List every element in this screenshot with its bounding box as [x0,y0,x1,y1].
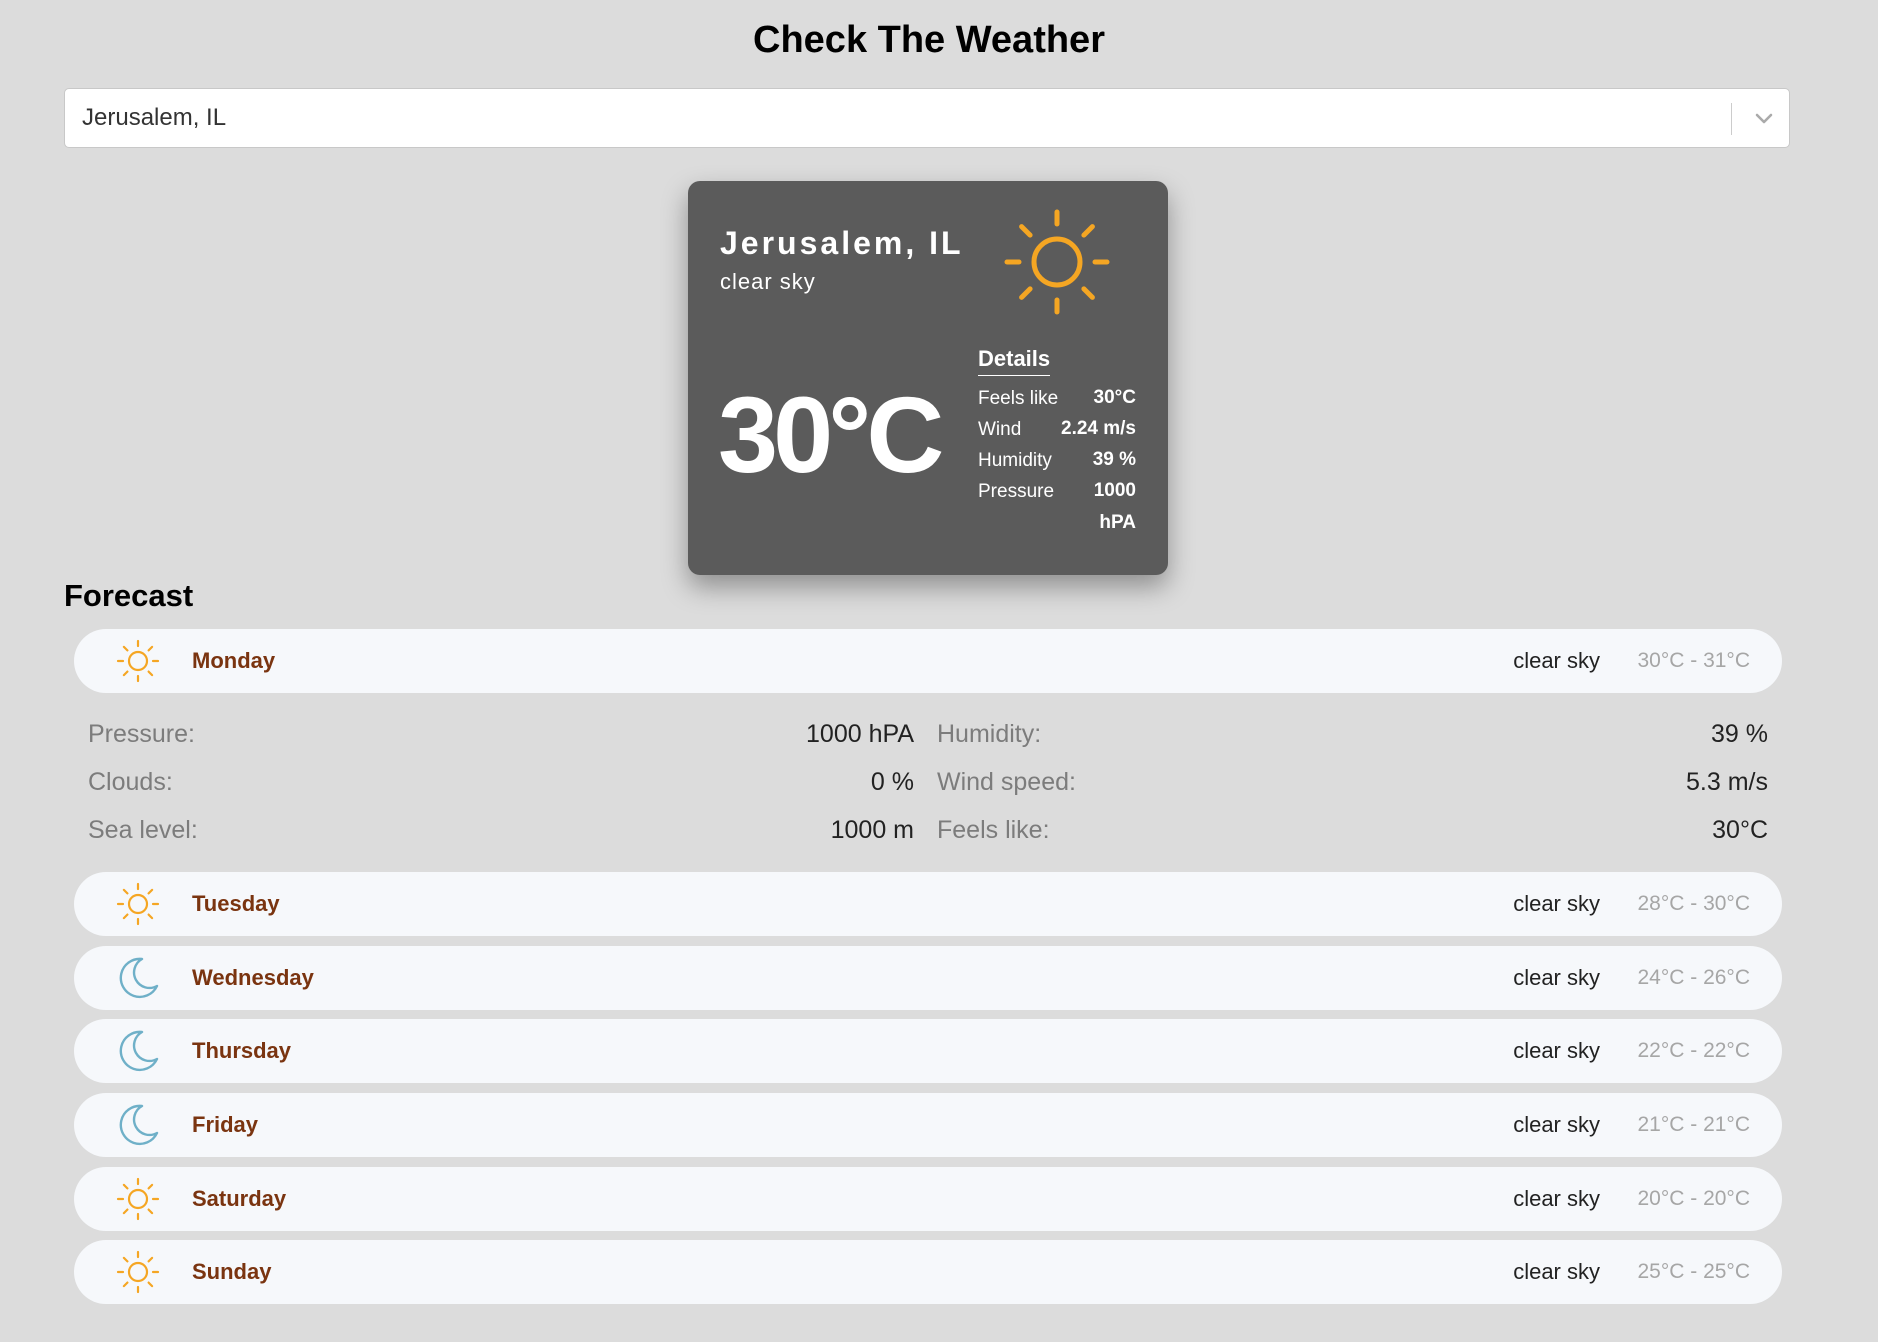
moon-icon [119,1104,159,1146]
detail-wind-speed-value: 5.3 m/s [1686,768,1768,796]
forecast-item-friday[interactable]: Friday clear sky 21°C - 21°C [74,1093,1782,1157]
detail-value: 2.24 m/s [1061,418,1136,439]
day-temp-range: 25°C - 25°C [1637,1260,1750,1283]
detail-clouds-label: Clouds: [88,768,173,796]
day-description: clear sky [1513,1186,1600,1211]
day-name: Sunday [192,1259,272,1284]
moon-icon [119,957,159,999]
moon-icon [119,1030,159,1072]
forecast-item-tuesday[interactable]: Tuesday clear sky 28°C - 30°C [74,872,1782,936]
current-temperature: 30°C [718,374,944,495]
forecast-item-wednesday[interactable]: Wednesday clear sky 24°C - 26°C [74,946,1782,1010]
sun-icon [116,639,160,683]
day-temp-range: 22°C - 22°C [1637,1039,1750,1062]
detail-pressure-value: 1000 hPA [806,720,914,748]
detail-label: Feels like [978,388,1059,409]
detail-value: 39 % [1092,449,1136,470]
day-description: clear sky [1513,891,1600,916]
card-description: clear sky [720,269,816,294]
forecast-item-sunday[interactable]: Sunday clear sky 25°C - 25°C [74,1240,1782,1304]
detail-label: Humidity [978,450,1052,471]
day-description: clear sky [1513,648,1600,673]
day-name: Friday [192,1112,259,1137]
day-name: Wednesday [192,965,314,990]
detail-label: Wind [978,419,1022,440]
day-temp-range: 30°C - 31°C [1637,649,1750,672]
day-temp-range: 28°C - 30°C [1637,892,1750,915]
day-temp-range: 24°C - 26°C [1637,966,1750,989]
detail-clouds-value: 0 % [870,768,914,796]
select-separator [1731,103,1732,135]
sun-icon [116,882,160,926]
detail-sea-level-value: 1000 m [830,816,914,844]
day-name: Tuesday [192,891,280,916]
day-description: clear sky [1513,965,1600,990]
day-description: clear sky [1513,1112,1600,1137]
detail-sea-level-label: Sea level: [88,816,198,844]
current-weather-card: Jerusalem, IL clear sky 30°C Details Fee… [688,181,1168,575]
forecast-item-monday[interactable]: Monday clear sky 30°C - 31°C [74,629,1782,693]
day-temp-range: 20°C - 20°C [1637,1187,1750,1210]
city-select[interactable]: Jerusalem, IL [64,88,1790,148]
detail-humidity-label: Humidity: [937,720,1042,748]
detail-pressure-label: Pressure: [88,720,195,748]
chevron-down-icon[interactable] [1751,105,1777,131]
detail-wind-speed-label: Wind speed: [937,768,1076,796]
city-select-value[interactable]: Jerusalem, IL [82,89,226,147]
day-name: Thursday [192,1038,292,1063]
forecast-title: Forecast [64,578,194,613]
detail-humidity-value: 39 % [1711,720,1768,748]
day-temp-range: 21°C - 21°C [1637,1113,1750,1136]
detail-value: 1000 hPA [1093,480,1136,533]
forecast-item-thursday[interactable]: Thursday clear sky 22°C - 22°C [74,1019,1782,1083]
sun-icon [116,1177,160,1221]
day-description: clear sky [1513,1038,1600,1063]
card-city: Jerusalem, IL [720,225,964,261]
details-title: Details [978,346,1051,376]
forecast-item-saturday[interactable]: Saturday clear sky 20°C - 20°C [74,1167,1782,1231]
detail-value: 30°C [1093,387,1136,408]
detail-label: Pressure [978,481,1055,502]
detail-feels-like-value: 30°C [1712,816,1768,844]
detail-feels-like-label: Feels like: [937,816,1050,844]
sun-icon [116,1250,160,1294]
page-title: Check The Weather [753,19,1105,61]
day-description: clear sky [1513,1259,1600,1284]
day-name: Monday [192,648,276,673]
day-name: Saturday [192,1186,287,1211]
sun-icon [1004,209,1110,315]
